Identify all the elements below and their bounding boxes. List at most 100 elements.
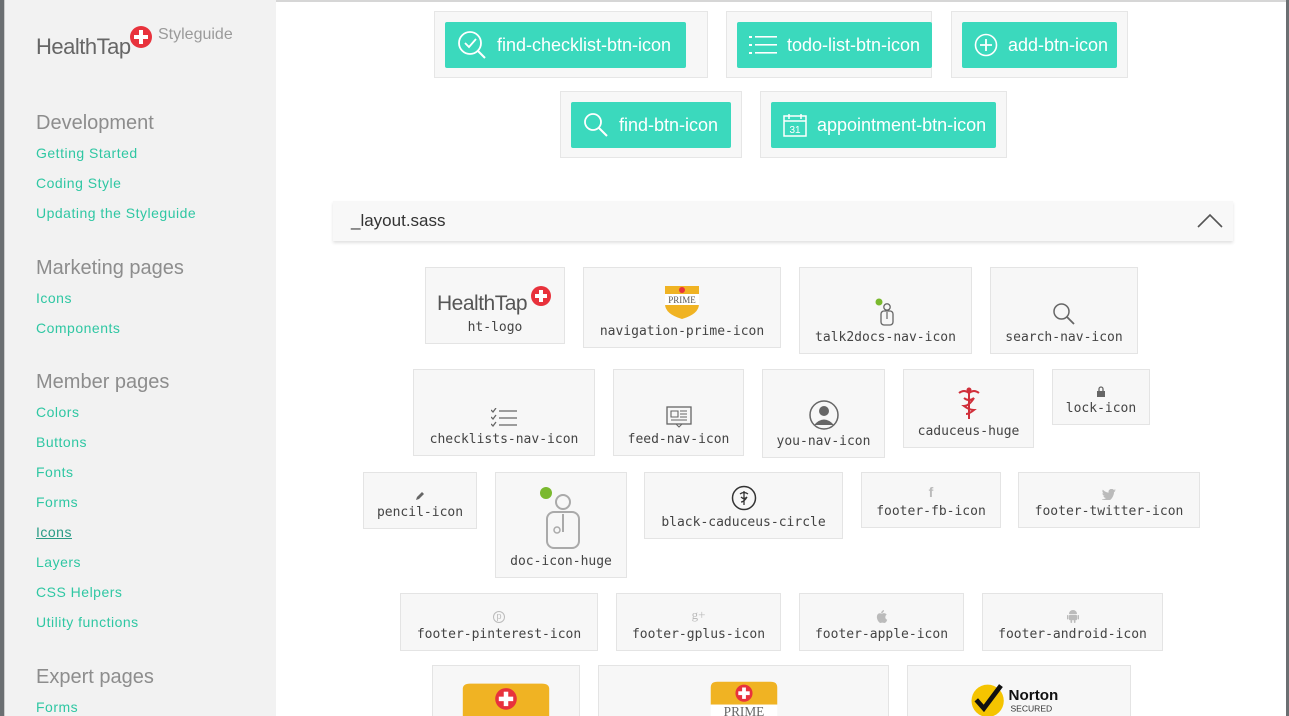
pencil-icon <box>415 491 425 501</box>
nav-section-expert: Expert pages Forms <box>36 662 154 716</box>
icon-sample-tile: black-caduceus-circle <box>644 472 843 539</box>
nav-link-components[interactable]: Components <box>36 313 184 343</box>
todo-list-button[interactable]: todo-list-btn-icon <box>737 22 932 68</box>
facebook-icon: f <box>928 484 934 500</box>
twitter-icon <box>1102 489 1116 500</box>
nav-link-utility-functions[interactable]: Utility functions <box>36 607 169 637</box>
button-label: todo-list-btn-icon <box>787 34 921 55</box>
icon-label: footer-fb-icon <box>876 504 986 519</box>
icon-label: navigation-prime-icon <box>599 324 765 339</box>
button-sample-tile: find-btn-icon <box>560 91 742 158</box>
icon-label: ht-logo <box>467 320 523 335</box>
search-icon <box>1052 302 1076 326</box>
icon-sample-tile: footer-apple-icon <box>799 593 964 651</box>
nav-heading: Member pages <box>36 371 170 393</box>
icon-sample-tile: you-nav-icon <box>762 369 885 458</box>
svg-text:PRIME: PRIME <box>668 295 696 305</box>
icon-sample-tile: PRIME <box>598 665 889 716</box>
icon-label: footer-pinterest-icon <box>416 627 582 642</box>
nav-link-getting-started[interactable]: Getting Started <box>36 138 196 168</box>
button-sample-tile: todo-list-btn-icon <box>726 11 932 78</box>
svg-text:SECURED: SECURED <box>1010 703 1052 713</box>
talk2docs-icon <box>874 298 898 326</box>
android-icon <box>1066 609 1079 623</box>
nav-heading: Marketing pages <box>36 257 184 279</box>
add-icon <box>974 33 998 57</box>
icon-label: caduceus-huge <box>917 424 1020 439</box>
checklist-icon <box>491 408 517 428</box>
nav-link-layers[interactable]: Layers <box>36 547 169 577</box>
icon-sample-tile: search-nav-icon <box>990 267 1138 354</box>
nav-section-development: Development Getting Started Coding Style… <box>36 108 196 228</box>
feed-icon <box>665 406 692 428</box>
icon-label: you-nav-icon <box>776 434 871 449</box>
icon-label: footer-gplus-icon <box>631 627 766 642</box>
todo-list-icon <box>749 36 777 54</box>
red-cross-icon <box>130 26 152 48</box>
icon-sample-tile: feed-nav-icon <box>613 369 744 456</box>
button-label: find-checklist-btn-icon <box>497 34 672 55</box>
main-content: find-checklist-btn-icon todo-list-btn-ic… <box>276 0 1286 716</box>
section-title: _layout.sass <box>351 211 446 230</box>
find-button[interactable]: find-btn-icon <box>571 102 731 148</box>
svg-text:31: 31 <box>789 125 801 136</box>
healthtap-logo[interactable]: HealthTap Styleguide <box>36 26 236 66</box>
norton-secured-icon: NortonSECURED <box>971 684 1058 716</box>
icon-label: feed-nav-icon <box>627 432 730 447</box>
icon-sample-tile: footer-twitter-icon <box>1018 472 1200 528</box>
button-sample-tile: 31 appointment-btn-icon <box>760 91 1007 158</box>
prime-shield-icon: PRIME <box>663 282 701 320</box>
nav-link-coding-style[interactable]: Coding Style <box>36 168 196 198</box>
prime-badge-icon <box>462 683 550 716</box>
icon-sample-tile: Norton SECURED <box>907 665 1131 716</box>
icon-label: doc-icon-huge <box>510 554 612 569</box>
ht-logo-graphic: HealthTap <box>437 286 553 316</box>
icon-sample-tile: HealthTap ht-logo <box>425 267 565 344</box>
icon-sample-tile: doc-icon-huge <box>495 472 627 578</box>
google-plus-icon: g+ <box>691 607 706 622</box>
nav-link-css-helpers[interactable]: CSS Helpers <box>36 577 169 607</box>
nav-link-marketing-icons[interactable]: Icons <box>36 283 184 313</box>
nav-link-expert-forms[interactable]: Forms <box>36 692 154 716</box>
doctor-icon <box>539 486 583 550</box>
button-sample-tile: add-btn-icon <box>951 11 1128 78</box>
find-checklist-button[interactable]: find-checklist-btn-icon <box>445 22 686 68</box>
appointment-button[interactable]: 31 appointment-btn-icon <box>771 102 996 148</box>
icon-sample-tile: g+ footer-gplus-icon <box>616 593 781 651</box>
layout-sass-section-header[interactable]: _layout.sass <box>333 201 1233 241</box>
nav-link-member-icons[interactable]: Icons <box>36 517 169 547</box>
button-label: find-btn-icon <box>619 114 719 135</box>
icon-label: search-nav-icon <box>1005 330 1123 345</box>
icon-sample-tile: footer-android-icon <box>982 593 1163 651</box>
icon-sample-tile: checklists-nav-icon <box>413 369 595 456</box>
icon-sample-tile: lock-icon <box>1052 369 1150 425</box>
nav-link-colors[interactable]: Colors <box>36 397 169 427</box>
icon-label: checklists-nav-icon <box>429 432 579 447</box>
sidebar: HealthTap Styleguide Development Getting… <box>5 0 276 716</box>
nav-heading: Expert pages <box>36 666 154 688</box>
find-checklist-icon <box>458 31 486 59</box>
nav-link-fonts[interactable]: Fonts <box>36 457 169 487</box>
icon-label: footer-android-icon <box>998 627 1147 642</box>
styleguide-window: HealthTap Styleguide Development Getting… <box>4 0 1286 716</box>
icon-label: footer-twitter-icon <box>1034 504 1184 519</box>
pinterest-icon: p <box>493 611 505 623</box>
button-label: appointment-btn-icon <box>817 114 987 135</box>
user-avatar-icon <box>808 400 839 430</box>
prime-badge-large-icon: PRIME <box>710 681 777 716</box>
nav-link-updating-styleguide[interactable]: Updating the Styleguide <box>36 198 196 228</box>
nav-link-forms[interactable]: Forms <box>36 487 169 517</box>
nav-link-buttons[interactable]: Buttons <box>36 427 169 457</box>
icon-sample-tile: f footer-fb-icon <box>861 472 1001 528</box>
lock-icon <box>1096 386 1106 397</box>
svg-text:PRIME: PRIME <box>723 704 764 716</box>
icon-sample-tile <box>432 665 580 716</box>
apple-icon <box>876 610 888 623</box>
caduceus-icon <box>956 386 982 420</box>
black-caduceus-icon <box>731 485 757 511</box>
calendar-icon: 31 <box>783 114 807 137</box>
add-button[interactable]: add-btn-icon <box>962 22 1117 68</box>
icon-label: talk2docs-nav-icon <box>815 330 956 345</box>
button-sample-tile: find-checklist-btn-icon <box>434 11 708 78</box>
chevron-up-icon[interactable] <box>1197 213 1223 229</box>
